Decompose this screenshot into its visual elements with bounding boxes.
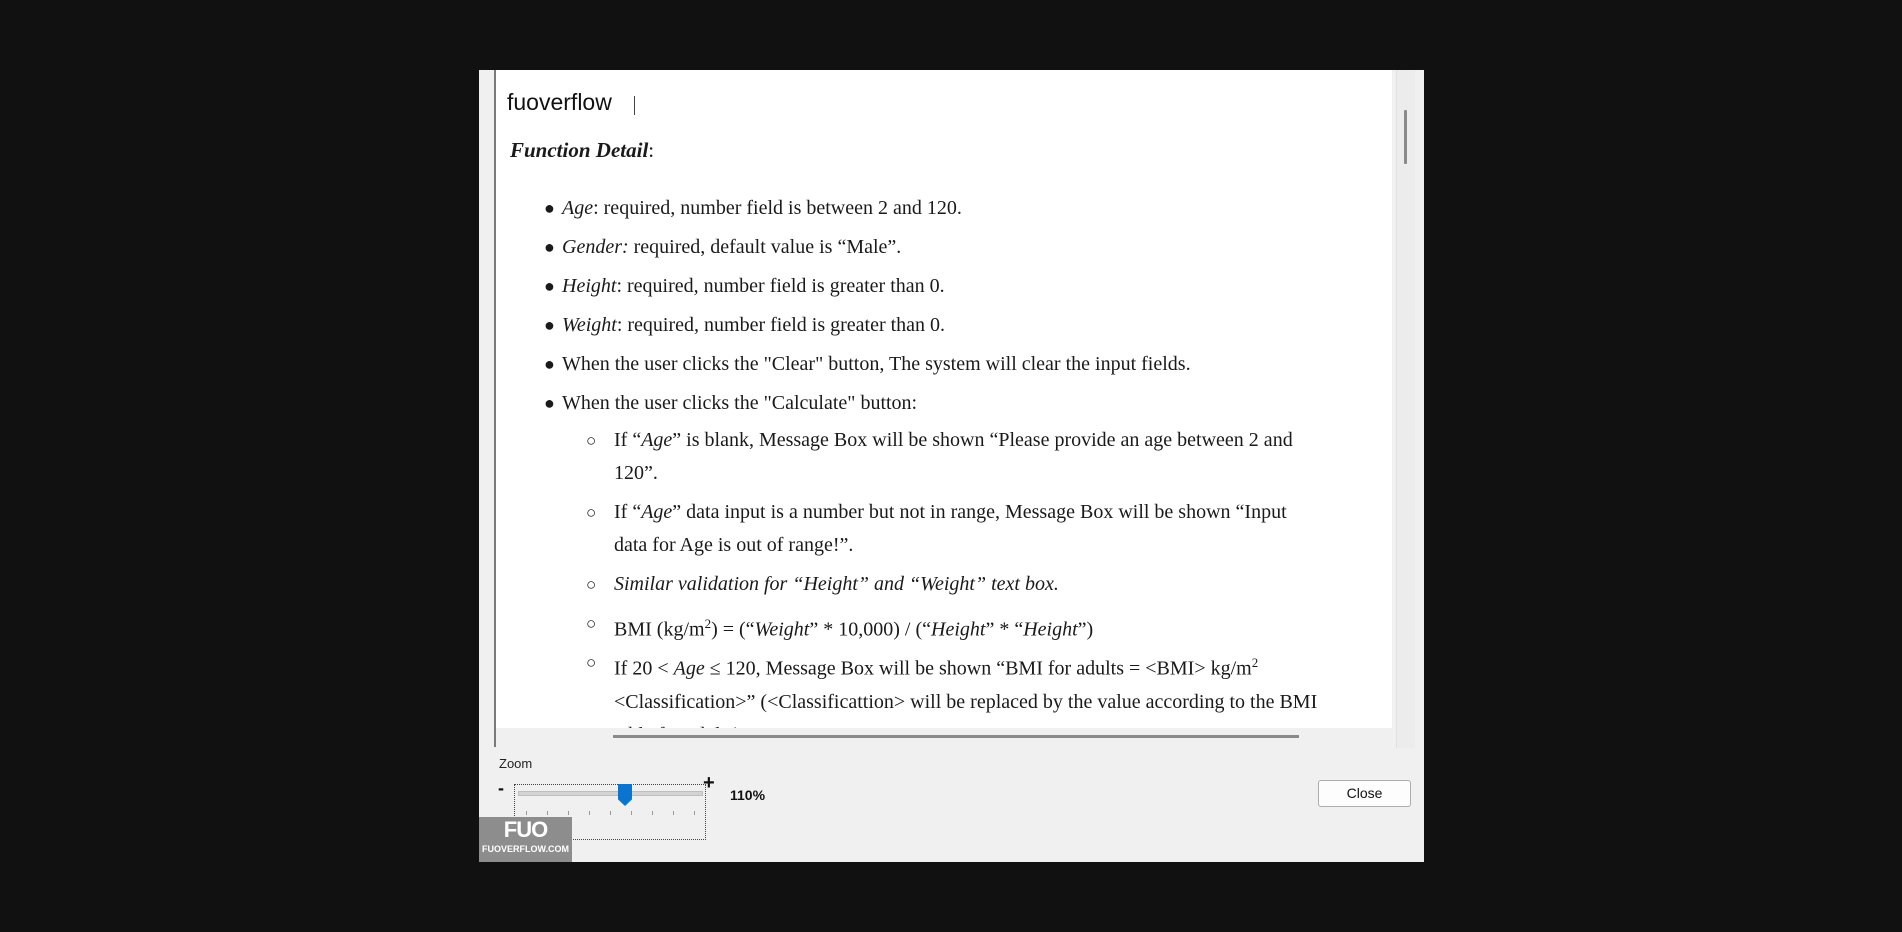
function-detail-heading: Function Detail: bbox=[510, 138, 654, 163]
close-button[interactable]: Close bbox=[1318, 780, 1411, 807]
field-name: Age bbox=[562, 197, 594, 219]
slider-tick bbox=[652, 811, 653, 815]
heading-text: Function Detail bbox=[510, 138, 649, 162]
text-part: BMI (kg/m bbox=[614, 618, 705, 641]
slider-tick bbox=[547, 811, 548, 815]
list-item: ● When the user clicks the "Calculate" bu… bbox=[544, 389, 918, 417]
sub-list-item: ○ If “Age” data input is a number but not… bbox=[586, 496, 1319, 562]
text-part: ) = (“ bbox=[711, 618, 755, 641]
bullet-dot: ● bbox=[544, 276, 555, 296]
list-text: When the user clicks the "Clear" button,… bbox=[562, 353, 1191, 375]
text-part: If “ bbox=[614, 429, 642, 451]
text-part: ” is blank, Message Box will be shown “P… bbox=[614, 429, 1293, 484]
slider-tick bbox=[694, 811, 695, 815]
watermark-logo: FUO FUOVERFLOW.COM bbox=[479, 817, 572, 862]
slider-tick bbox=[589, 811, 590, 815]
zoom-slider-track[interactable] bbox=[518, 791, 703, 796]
document-left-border bbox=[494, 70, 496, 747]
text-caret bbox=[634, 96, 635, 115]
sub-list-item: ○ Similar validation for “Height” and “We… bbox=[586, 568, 1319, 601]
watermark-site: FUOVERFLOW.COM bbox=[482, 844, 569, 854]
vertical-scroll-thumb[interactable] bbox=[1404, 110, 1407, 164]
zoom-out-button[interactable]: - bbox=[498, 778, 504, 799]
horizontal-scroll-thumb[interactable] bbox=[613, 735, 1299, 738]
list-item: ● When the user clicks the "Clear" button… bbox=[544, 350, 1191, 378]
text-part: ” data input is a number but not in rang… bbox=[614, 501, 1287, 556]
bullet-dot: ● bbox=[544, 198, 555, 218]
field-name: Weight bbox=[562, 314, 617, 336]
field-name: Weight bbox=[754, 618, 810, 641]
slider-tick bbox=[631, 811, 632, 815]
text-part: If 20 < bbox=[614, 657, 674, 680]
list-text: When the user clicks the "Calculate" but… bbox=[562, 392, 918, 414]
circle-bullet: ○ bbox=[586, 503, 597, 522]
zoom-value: 110% bbox=[730, 787, 766, 803]
header-title: fuoverflow bbox=[503, 86, 639, 118]
bullet-dot: ● bbox=[544, 393, 555, 413]
text-part: <Classification>” (<Classificattion> wil… bbox=[614, 690, 1318, 728]
superscript: 2 bbox=[1251, 655, 1259, 670]
text-part: If “ bbox=[614, 501, 642, 523]
circle-bullet: ○ bbox=[586, 614, 597, 633]
document-viewer-dialog: fuoverflow Function Detail: ● Age: requir… bbox=[479, 70, 1424, 862]
text-part: ≤ 120, Message Box will be shown “BMI fo… bbox=[704, 657, 1252, 680]
field-name: Age bbox=[673, 657, 705, 680]
zoom-label: Zoom bbox=[499, 756, 533, 771]
text-part: Similar validation for “Height” and “Wei… bbox=[614, 573, 1059, 595]
field-rule: : required, number field is greater than… bbox=[616, 314, 946, 336]
field-rule: : required, number field is between 2 an… bbox=[593, 197, 962, 219]
field-rule: required, default value is “Male”. bbox=[628, 236, 902, 258]
heading-colon: : bbox=[648, 138, 655, 162]
field-name: Height bbox=[931, 618, 986, 641]
slider-tick bbox=[526, 811, 527, 815]
field-name: Height bbox=[1023, 618, 1078, 641]
vertical-scrollbar[interactable] bbox=[1396, 70, 1415, 748]
circle-bullet: ○ bbox=[586, 575, 597, 594]
field-name: Gender: bbox=[562, 236, 629, 258]
slider-tick bbox=[673, 811, 674, 815]
list-item: ● Weight: required, number field is great… bbox=[544, 311, 946, 339]
bullet-dot: ● bbox=[544, 354, 555, 374]
field-name: Age bbox=[641, 501, 673, 523]
field-name: Age bbox=[641, 429, 673, 451]
circle-bullet: ○ bbox=[586, 431, 597, 450]
zoom-in-button[interactable]: + bbox=[703, 772, 715, 795]
field-rule: : required, number field is greater than… bbox=[616, 275, 945, 297]
text-part: ” * 10,000) / (“ bbox=[809, 618, 932, 641]
list-item: ● Height: required, number field is great… bbox=[544, 272, 945, 300]
document-viewport[interactable]: fuoverflow Function Detail: ● Age: requir… bbox=[495, 70, 1392, 728]
slider-tick bbox=[568, 811, 569, 815]
field-name: Height bbox=[562, 275, 617, 297]
bullet-dot: ● bbox=[544, 315, 555, 335]
circle-bullet: ○ bbox=[586, 653, 597, 672]
sub-list-item: ○ If “Age” is blank, Message Box will be … bbox=[586, 424, 1319, 490]
bullet-dot: ● bbox=[544, 237, 555, 257]
text-part: ” * “ bbox=[985, 618, 1024, 641]
text-part: ”) bbox=[1077, 618, 1094, 641]
sub-list-item: ○ If 20 < Age ≤ 120, Message Box will be … bbox=[586, 646, 1319, 728]
slider-tick bbox=[610, 811, 611, 815]
list-item: ● Age: required, number field is between … bbox=[544, 194, 962, 222]
sub-list-item: ○ BMI (kg/m2) = (“Weight” * 10,000) / (“H… bbox=[586, 607, 1319, 647]
watermark-logo-mark: FUO bbox=[503, 817, 548, 842]
list-item: ● Gender: required, default value is “Mal… bbox=[544, 233, 902, 261]
